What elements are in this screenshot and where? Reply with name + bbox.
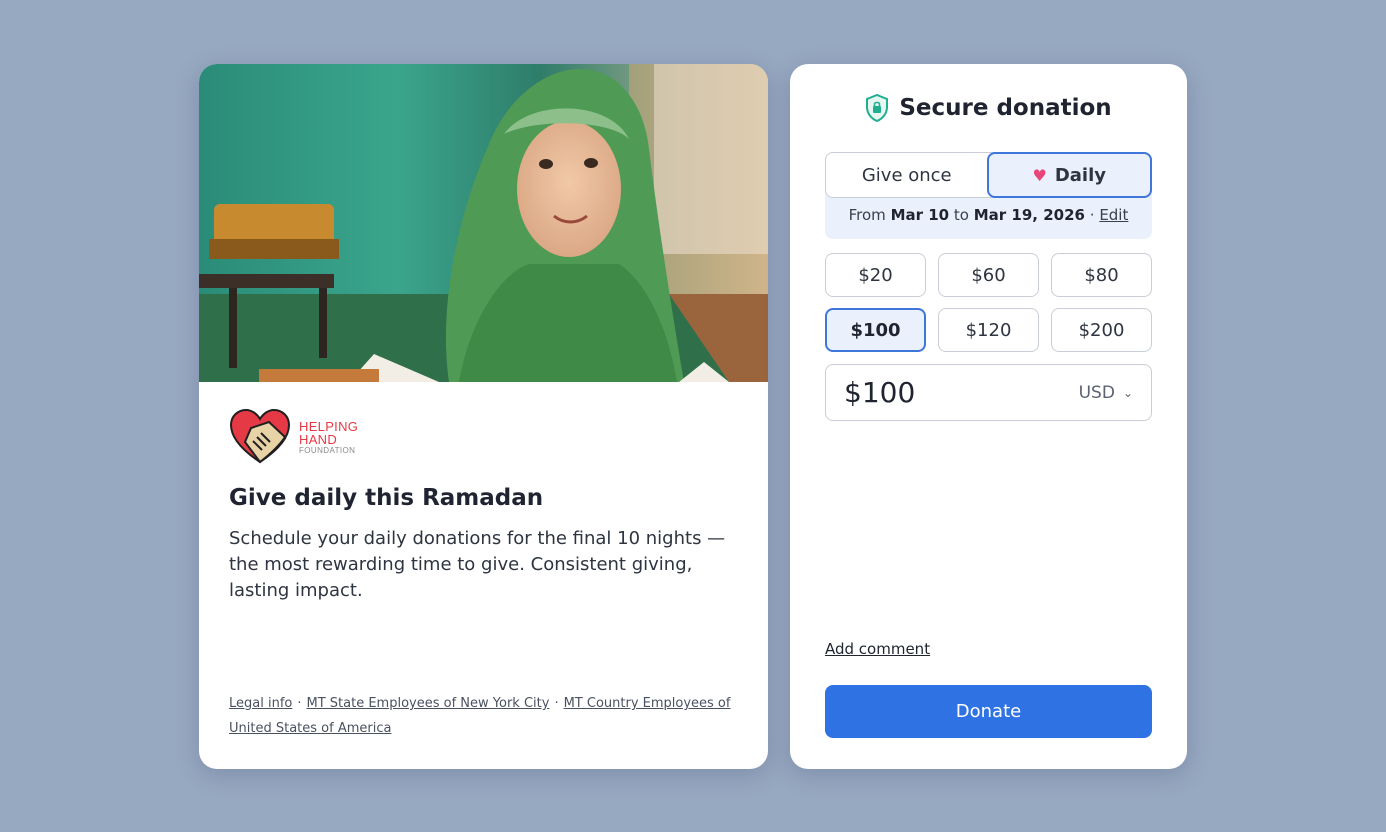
frequency-panel: Give once ♥ Daily From Mar 10 to Mar 19,… <box>825 152 1152 239</box>
heart-icon: ♥ <box>1032 165 1047 185</box>
give-once-label: Give once <box>861 164 952 186</box>
campaign-card: HELPING HAND FOUNDATION Give daily this … <box>199 64 768 769</box>
amount-option-120[interactable]: $120 <box>938 308 1039 352</box>
hero-image <box>199 64 768 382</box>
amount-option-60[interactable]: $60 <box>938 253 1039 297</box>
donation-card: Secure donation Give once ♥ Daily From M… <box>790 64 1187 769</box>
currency-select[interactable]: USD ⌄ <box>1079 383 1133 403</box>
amount-option-20[interactable]: $20 <box>825 253 926 297</box>
secure-donation-header: Secure donation <box>790 94 1187 122</box>
state-employees-link[interactable]: MT State Employees of New York City <box>307 696 550 711</box>
hero-photo-girl-reading <box>199 64 768 382</box>
donate-button[interactable]: Donate <box>825 685 1152 738</box>
amount-value[interactable]: $100 <box>844 376 1079 409</box>
schedule-range: From Mar 10 to Mar 19, 2026 · Edit <box>825 206 1152 224</box>
logo-line-1: HELPING <box>299 418 359 434</box>
daily-button[interactable]: ♥ Daily <box>986 152 1152 198</box>
campaign-headline: Give daily this Ramadan <box>229 485 544 511</box>
footer-links: Legal info · MT State Employees of New Yor… <box>229 691 739 741</box>
frequency-toggle: Give once ♥ Daily <box>825 152 1152 198</box>
chevron-down-icon: ⌄ <box>1122 385 1133 400</box>
to-label: to <box>953 206 969 224</box>
give-once-button[interactable]: Give once <box>826 153 988 197</box>
amount-option-200[interactable]: $200 <box>1051 308 1152 352</box>
heart-handshake-icon <box>229 408 291 464</box>
edit-schedule-link[interactable]: Edit <box>1099 206 1128 224</box>
logo-line-2: HAND <box>299 431 338 447</box>
start-date: Mar 10 <box>890 206 950 224</box>
footer-separator: · <box>554 696 559 711</box>
from-label: From <box>848 206 886 224</box>
footer-separator: · <box>297 696 302 711</box>
schedule-separator: · <box>1089 206 1095 224</box>
legal-info-link[interactable]: Legal info <box>229 696 292 711</box>
secure-donation-title: Secure donation <box>899 95 1112 121</box>
add-comment-link[interactable]: Add comment <box>825 640 930 658</box>
amount-options: $20 $60 $80 $100 $120 $200 <box>825 253 1152 352</box>
daily-label: Daily <box>1054 164 1106 186</box>
custom-amount-field[interactable]: $100 USD ⌄ <box>825 364 1152 421</box>
end-date: Mar 19, 2026 <box>973 206 1085 224</box>
shield-lock-icon <box>866 94 889 122</box>
currency-label: USD <box>1078 382 1115 403</box>
campaign-description: Schedule your daily donations for the fi… <box>229 528 726 601</box>
amount-option-80[interactable]: $80 <box>1051 253 1152 297</box>
amount-option-100[interactable]: $100 <box>825 308 926 352</box>
logo-line-3: FOUNDATION <box>299 445 356 455</box>
foundation-logo: HELPING HAND FOUNDATION <box>229 408 369 466</box>
